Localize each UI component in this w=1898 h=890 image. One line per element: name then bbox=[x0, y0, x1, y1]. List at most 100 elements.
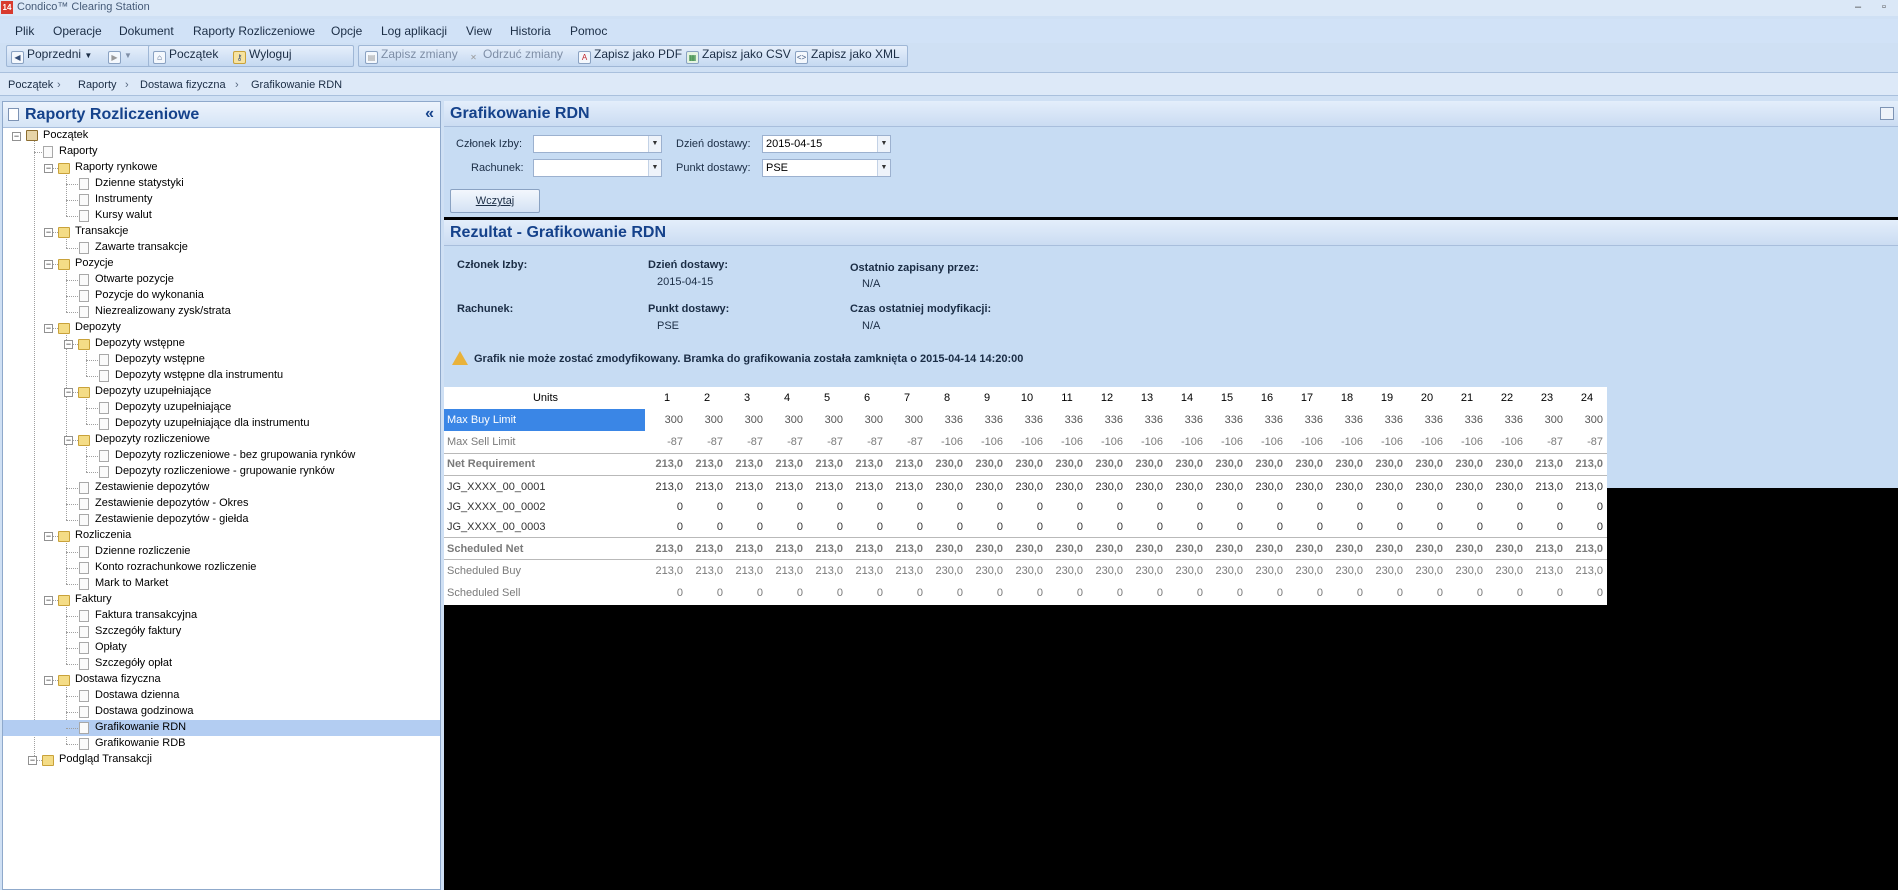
grid-cell[interactable]: 0 bbox=[967, 582, 1007, 604]
grid-cell[interactable]: -106 bbox=[1007, 431, 1047, 453]
tree-toggle-icon[interactable]: − bbox=[12, 132, 21, 141]
grid-cell[interactable]: 230,0 bbox=[927, 560, 967, 582]
menu-item-0[interactable]: Plik bbox=[15, 24, 34, 38]
grid-cell[interactable]: 300 bbox=[1567, 409, 1607, 431]
grid-cell[interactable]: 336 bbox=[1087, 409, 1127, 431]
grid-cell[interactable]: 230,0 bbox=[1007, 453, 1047, 475]
tree-item[interactable]: Instrumenty bbox=[3, 192, 440, 208]
tree-item[interactable]: − Dostawa fizyczna bbox=[3, 672, 440, 688]
grid-cell[interactable]: -106 bbox=[1207, 431, 1247, 453]
tree-item[interactable]: − Transakcje bbox=[3, 224, 440, 240]
point-select[interactable]: PSE ▼ bbox=[762, 159, 891, 177]
grid-row[interactable]: Scheduled Buy 213,0 213,0 213,0 213,0 213,0 21… bbox=[444, 560, 1607, 582]
tree-item[interactable]: Depozyty wstępne bbox=[3, 352, 440, 368]
tree-item[interactable]: Otwarte pozycje bbox=[3, 272, 440, 288]
breadcrumb-raporty[interactable]: Raporty bbox=[78, 79, 117, 91]
grid-cell[interactable]: 213,0 bbox=[847, 538, 887, 560]
grid-cell[interactable]: 213,0 bbox=[887, 538, 927, 560]
grid-cell[interactable]: 230,0 bbox=[1207, 538, 1247, 560]
grid-cell[interactable]: 230,0 bbox=[967, 560, 1007, 582]
grid-cell[interactable]: 300 bbox=[727, 409, 767, 431]
grid-cell[interactable]: 0 bbox=[1087, 516, 1127, 538]
grid-row[interactable]: JG_XXXX_00_0003 0 0 0 0 0 0 0 0 0 0 0 0 0 0 0 0 0 0 0 0 0 0 0 0 bbox=[444, 516, 1607, 538]
grid-cell[interactable]: 336 bbox=[967, 409, 1007, 431]
grid-cell[interactable]: 230,0 bbox=[927, 453, 967, 475]
grid-cell[interactable]: 230,0 bbox=[1047, 453, 1087, 475]
tree-item[interactable]: Niezrealizowany zysk/strata bbox=[3, 304, 440, 320]
grid-cell[interactable]: 213,0 bbox=[1567, 560, 1607, 582]
grid-cell[interactable]: 230,0 bbox=[1327, 560, 1367, 582]
grid-cell[interactable]: 213,0 bbox=[687, 560, 727, 582]
tree-toggle-icon[interactable]: − bbox=[64, 388, 73, 397]
grid-cell[interactable]: 0 bbox=[647, 516, 687, 538]
load-button[interactable]: Wczytaj bbox=[450, 189, 540, 213]
tree-item[interactable]: − Faktury bbox=[3, 592, 440, 608]
grid-cell[interactable]: 0 bbox=[1487, 496, 1527, 518]
grid-cell[interactable]: -87 bbox=[687, 431, 727, 453]
grid-cell[interactable]: 0 bbox=[1207, 516, 1247, 538]
grid-cell[interactable]: 0 bbox=[727, 496, 767, 518]
grid-cell[interactable]: 0 bbox=[767, 496, 807, 518]
tree-item[interactable]: Opłaty bbox=[3, 640, 440, 656]
grid-cell[interactable]: 300 bbox=[887, 409, 927, 431]
grid-cell[interactable]: 230,0 bbox=[1007, 476, 1047, 498]
grid-cell[interactable]: 0 bbox=[1407, 516, 1447, 538]
tree-item[interactable]: Konto rozrachunkowe rozliczenie bbox=[3, 560, 440, 576]
grid-cell[interactable]: 0 bbox=[687, 516, 727, 538]
grid-cell[interactable]: 230,0 bbox=[1487, 538, 1527, 560]
grid-cell[interactable]: 230,0 bbox=[1247, 538, 1287, 560]
save-changes-button[interactable]: ▤ Zapisz zmiany bbox=[365, 47, 458, 64]
grid-cell[interactable]: -106 bbox=[1407, 431, 1447, 453]
grid-cell[interactable]: 336 bbox=[1327, 409, 1367, 431]
grid-cell[interactable]: -106 bbox=[1047, 431, 1087, 453]
back-button[interactable]: ◀ Poprzedni ▼ bbox=[11, 47, 92, 64]
grid-cell[interactable]: 0 bbox=[1407, 582, 1447, 604]
grid-cell[interactable]: 0 bbox=[1407, 496, 1447, 518]
grid-cell[interactable]: 0 bbox=[1247, 582, 1287, 604]
save-csv-button[interactable]: ▦ Zapisz jako CSV bbox=[686, 47, 791, 64]
tree-item[interactable]: Grafikowanie RDB bbox=[3, 736, 440, 752]
grid-cell[interactable]: 230,0 bbox=[1487, 560, 1527, 582]
grid-cell[interactable]: 230,0 bbox=[1367, 453, 1407, 475]
grid-cell[interactable]: 230,0 bbox=[1207, 560, 1247, 582]
grid-cell[interactable]: 230,0 bbox=[1247, 476, 1287, 498]
grid-row-header[interactable]: Max Sell Limit bbox=[444, 431, 647, 453]
tree-toggle-icon[interactable]: − bbox=[44, 596, 53, 605]
grid-cell[interactable]: 0 bbox=[1487, 516, 1527, 538]
grid-cell[interactable]: -106 bbox=[1167, 431, 1207, 453]
chevron-down-icon[interactable]: ▼ bbox=[648, 160, 661, 176]
grid-cell[interactable]: 213,0 bbox=[767, 476, 807, 498]
tree-item[interactable]: Faktura transakcyjna bbox=[3, 608, 440, 624]
grid-cell[interactable]: 230,0 bbox=[1127, 538, 1167, 560]
grid-cell[interactable]: 0 bbox=[927, 516, 967, 538]
grid-cell[interactable]: 0 bbox=[767, 582, 807, 604]
logout-button[interactable]: ⚷ Wyloguj bbox=[233, 47, 292, 64]
forward-button[interactable]: ▶ ▼ bbox=[108, 47, 132, 64]
grid-cell[interactable]: 0 bbox=[1287, 496, 1327, 518]
grid-cell[interactable]: 230,0 bbox=[1207, 476, 1247, 498]
grid-cell[interactable]: 0 bbox=[1007, 516, 1047, 538]
grid-cell[interactable]: 213,0 bbox=[1567, 538, 1607, 560]
grid-cell[interactable]: -106 bbox=[967, 431, 1007, 453]
grid-cell[interactable]: 0 bbox=[887, 496, 927, 518]
grid-cell[interactable]: 230,0 bbox=[1447, 538, 1487, 560]
grid-cell[interactable]: 213,0 bbox=[647, 538, 687, 560]
grid-cell[interactable]: 0 bbox=[967, 496, 1007, 518]
tree-item[interactable]: Depozyty uzupełniające dla instrumentu bbox=[3, 416, 440, 432]
grid-cell[interactable]: 230,0 bbox=[1167, 453, 1207, 475]
grid-cell[interactable]: 0 bbox=[927, 496, 967, 518]
tree-item[interactable]: − Depozyty rozliczeniowe bbox=[3, 432, 440, 448]
grid-cell[interactable]: 213,0 bbox=[807, 560, 847, 582]
grid-cell[interactable]: 0 bbox=[1527, 496, 1567, 518]
grid-cell[interactable]: 0 bbox=[1527, 582, 1567, 604]
grid-cell[interactable]: 213,0 bbox=[1527, 476, 1567, 498]
tree-item[interactable]: Kursy walut bbox=[3, 208, 440, 224]
grid-cell[interactable]: 230,0 bbox=[967, 453, 1007, 475]
tree-item[interactable]: − Podgląd Transakcji bbox=[3, 752, 440, 768]
grid-cell[interactable]: 230,0 bbox=[1087, 453, 1127, 475]
grid-cell[interactable]: 213,0 bbox=[887, 560, 927, 582]
grid-cell[interactable]: 0 bbox=[887, 582, 927, 604]
member-select[interactable]: ▼ bbox=[533, 135, 662, 153]
grid-cell[interactable]: 213,0 bbox=[767, 538, 807, 560]
menu-item-3[interactable]: Raporty Rozliczeniowe bbox=[193, 24, 315, 38]
